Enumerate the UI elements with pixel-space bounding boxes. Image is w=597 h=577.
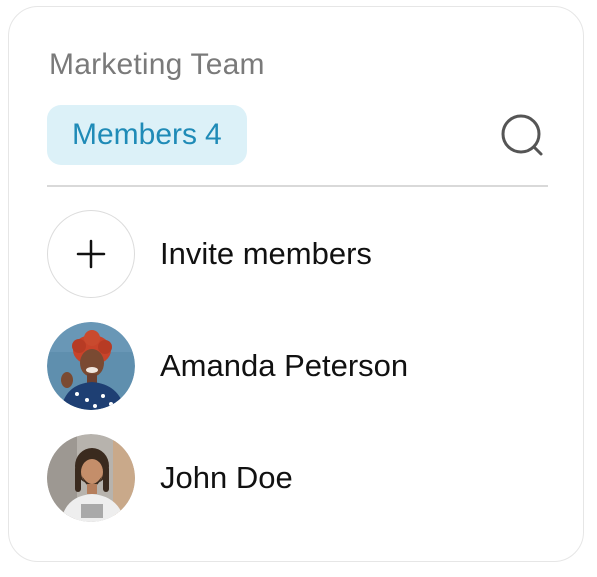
team-title: Marketing Team bbox=[49, 48, 265, 81]
plus-icon bbox=[76, 239, 106, 269]
avatar-photo-john bbox=[47, 434, 135, 522]
members-count: 4 bbox=[205, 118, 222, 151]
team-members-card: Marketing Team Members4 Invite members bbox=[8, 6, 584, 562]
member-row[interactable]: John Doe bbox=[47, 433, 547, 523]
invite-members-row[interactable]: Invite members bbox=[47, 209, 547, 299]
tab-members[interactable]: Members 4 bbox=[47, 105, 247, 165]
divider bbox=[47, 185, 548, 187]
member-name: John Doe bbox=[160, 460, 293, 495]
tab-members-label: Members bbox=[72, 118, 198, 151]
invite-button[interactable] bbox=[47, 210, 135, 298]
search-button[interactable] bbox=[499, 112, 549, 162]
member-name: Amanda Peterson bbox=[160, 348, 409, 383]
search-icon bbox=[501, 114, 543, 156]
member-row[interactable]: Amanda Peterson bbox=[47, 321, 547, 411]
avatar bbox=[47, 322, 135, 410]
avatar bbox=[47, 434, 135, 522]
invite-members-label: Invite members bbox=[160, 236, 372, 271]
avatar-photo-amanda bbox=[47, 322, 135, 410]
